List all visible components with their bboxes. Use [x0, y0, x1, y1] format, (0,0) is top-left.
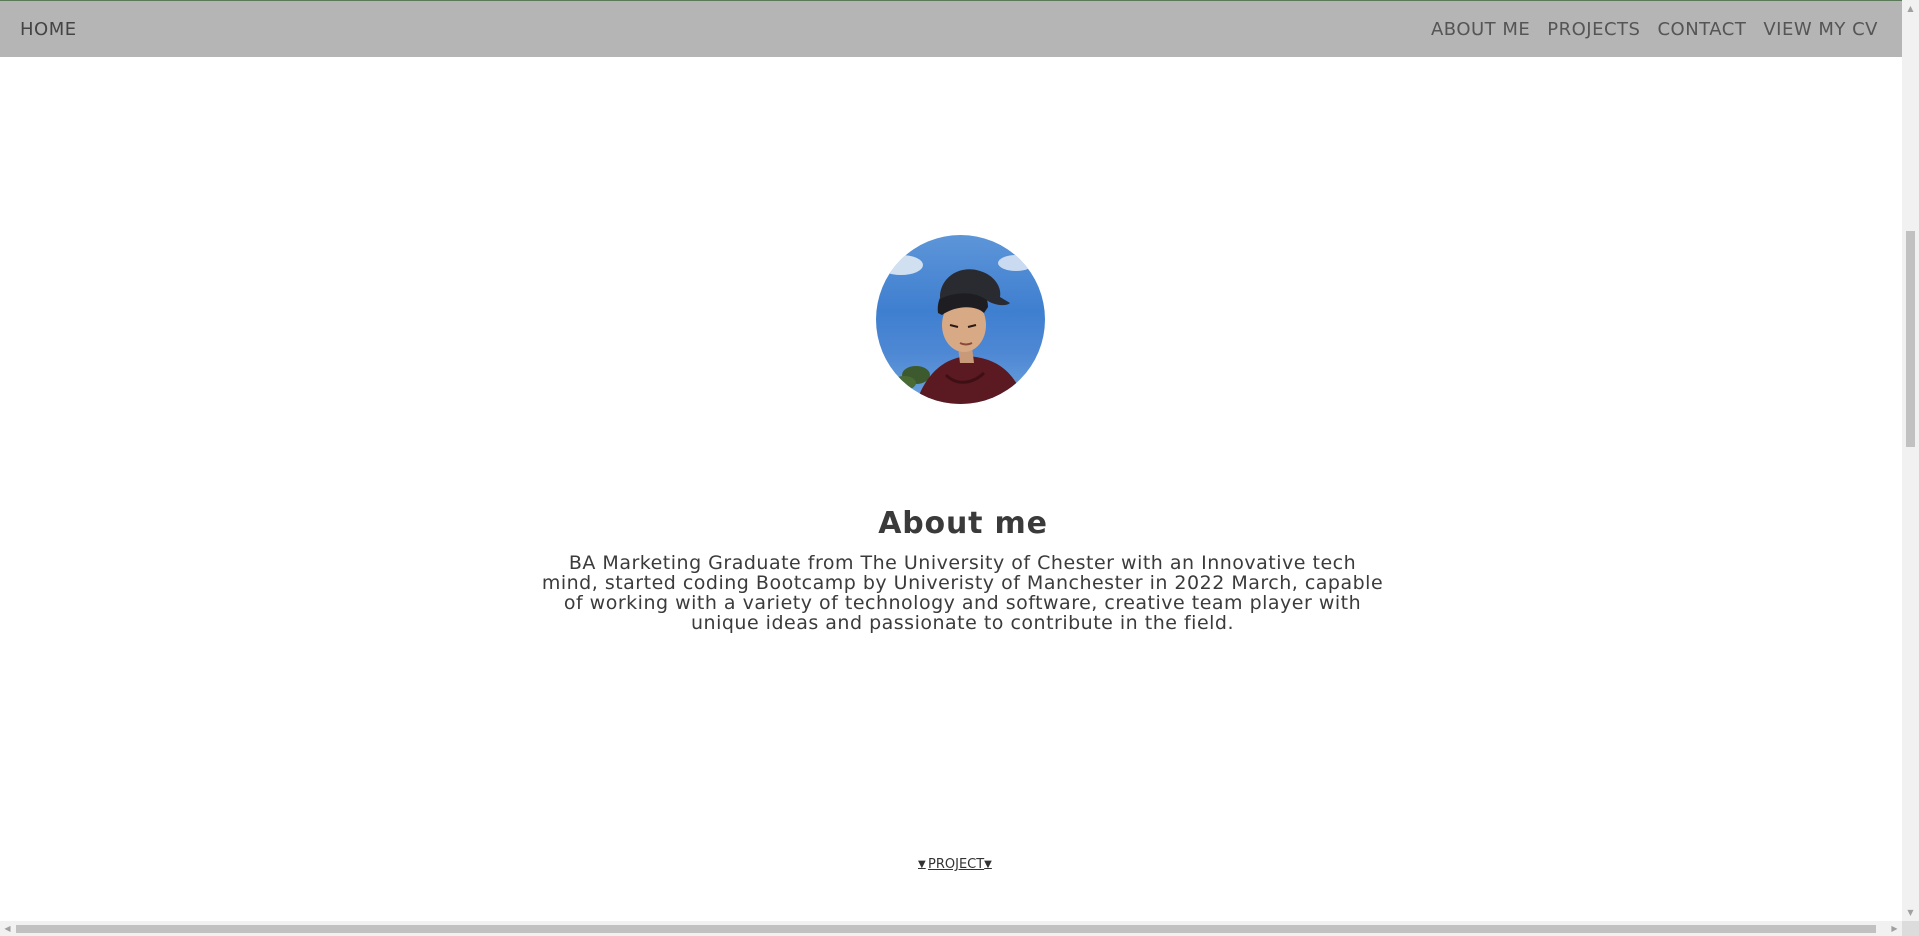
nav-view-cv-link[interactable]: VIEW MY CV [1763, 19, 1878, 40]
about-text: BA Marketing Graduate from The Universit… [541, 552, 1384, 634]
nav-links: ABOUT ME PROJECTS CONTACT VIEW MY CV [1414, 19, 1878, 40]
horizontal-scroll-thumb[interactable] [16, 925, 1876, 933]
vertical-scrollbar[interactable]: ▲ ▼ [1902, 0, 1919, 921]
scroll-left-icon[interactable]: ◀ [0, 921, 15, 936]
scroll-right-icon[interactable]: ▶ [1887, 921, 1902, 936]
project-scroll-link[interactable]: ▼ PROJECT ▼ [918, 857, 994, 872]
nav-home-link[interactable]: HOME [20, 19, 77, 40]
page: HOME ABOUT ME PROJECTS CONTACT VIEW MY C… [0, 0, 1902, 921]
nav-about-me-link[interactable]: ABOUT ME [1431, 19, 1530, 40]
project-link-label: PROJECT [928, 857, 985, 872]
nav-contact-link[interactable]: CONTACT [1657, 19, 1746, 40]
vertical-scroll-thumb[interactable] [1906, 231, 1915, 447]
nav-projects-link[interactable]: PROJECTS [1547, 19, 1640, 40]
scroll-up-icon[interactable]: ▲ [1902, 0, 1919, 17]
scroll-down-icon[interactable]: ▼ [1902, 904, 1919, 921]
chevron-down-icon: ▼ [918, 858, 926, 870]
about-title: About me [878, 506, 1048, 541]
profile-photo [879, 255, 1034, 404]
scrollbar-corner [1902, 921, 1919, 936]
horizontal-scrollbar[interactable]: ◀ ▶ [0, 921, 1902, 936]
profile-avatar [876, 235, 1045, 404]
navbar: HOME ABOUT ME PROJECTS CONTACT VIEW MY C… [0, 0, 1902, 57]
chevron-down-icon: ▼ [984, 858, 992, 870]
